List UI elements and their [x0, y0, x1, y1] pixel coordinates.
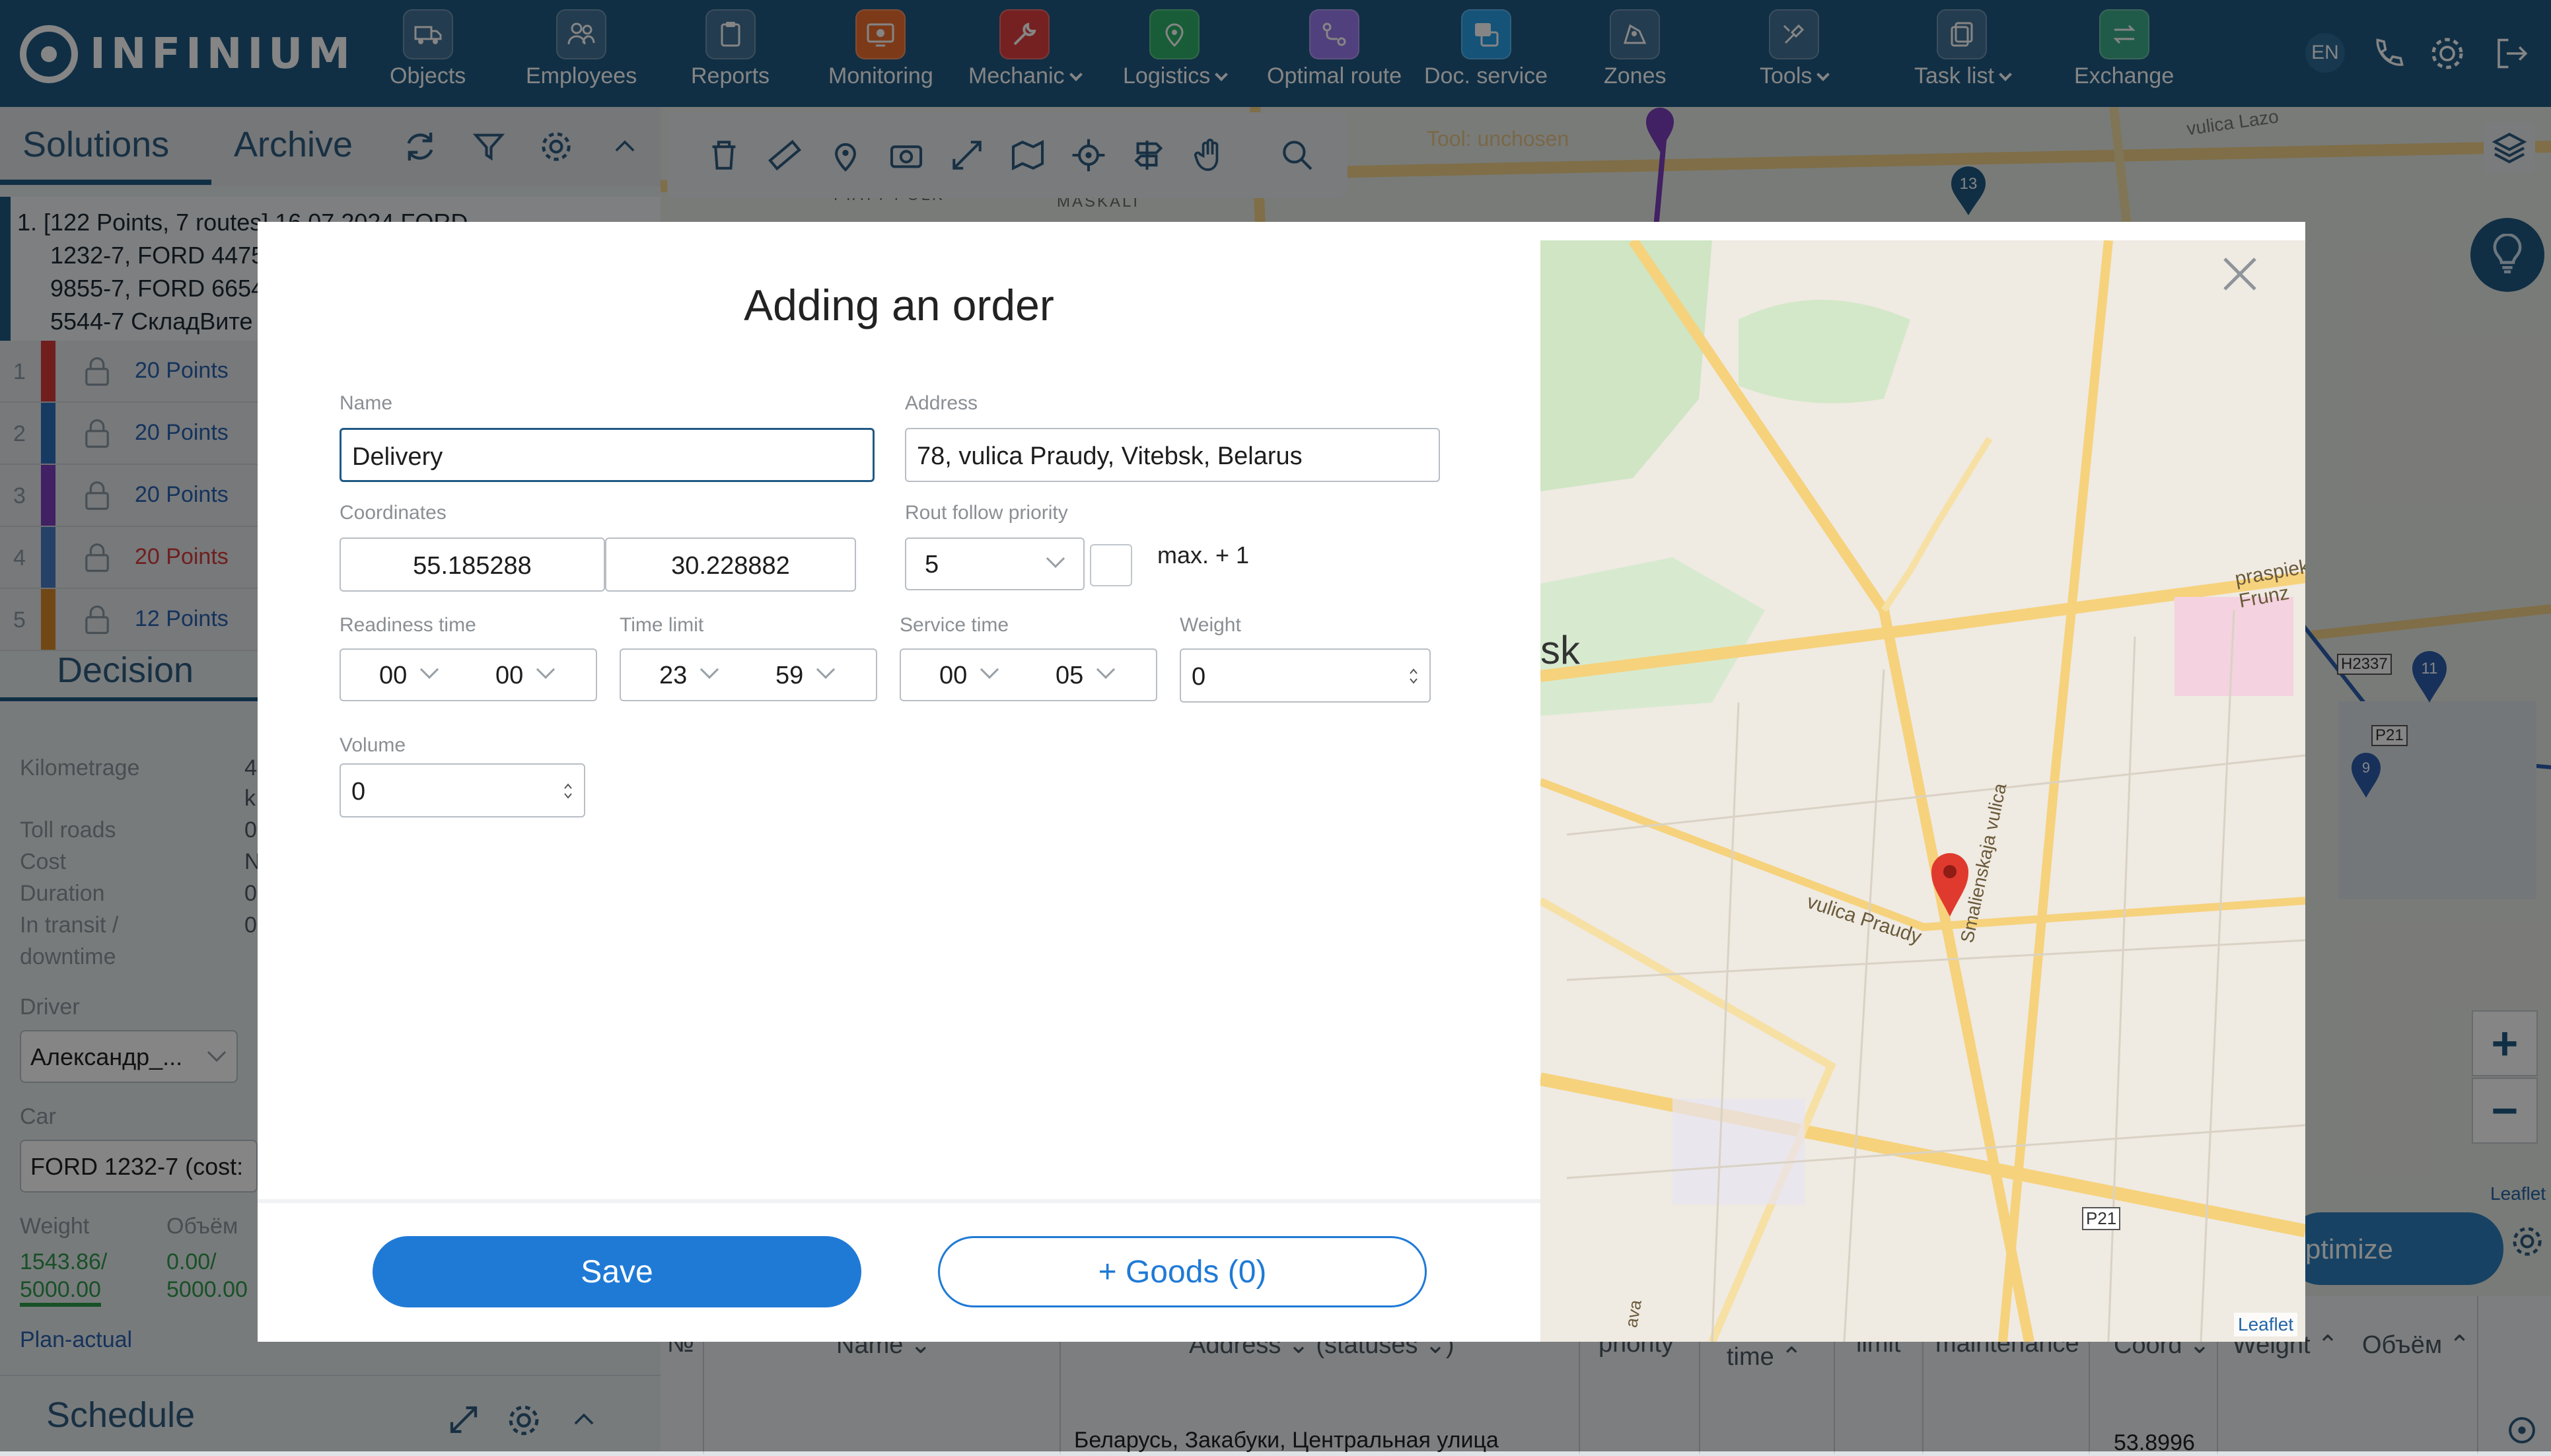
- chevron-down-icon: [700, 660, 719, 679]
- readiness-time-select[interactable]: 00 00: [340, 648, 597, 701]
- address-field[interactable]: 78, vulica Praudy, Vitebsk, Belarus: [905, 428, 1440, 482]
- stepper-arrows-icon[interactable]: [1408, 663, 1419, 689]
- priority-select[interactable]: 5: [905, 537, 1085, 590]
- priority-max-label: max. + 1: [1157, 541, 1250, 569]
- chevron-down-icon: [536, 660, 556, 679]
- time-limit-label: Time limit: [620, 614, 704, 636]
- stepper-arrows-icon[interactable]: [563, 778, 573, 804]
- priority-label: Rout follow priority: [905, 502, 1068, 524]
- name-field[interactable]: Delivery: [340, 428, 875, 482]
- add-goods-button[interactable]: + Goods (0): [938, 1236, 1427, 1307]
- order-form: Adding an order Name Delivery Address 78…: [258, 222, 1540, 1342]
- dialog-title: Adding an order: [744, 281, 1054, 329]
- time-limit-select[interactable]: 23 59: [620, 648, 877, 701]
- volume-label: Volume: [340, 734, 406, 756]
- map-label-city: sk: [1540, 628, 1580, 672]
- leaflet-attribution[interactable]: Leaflet: [2234, 1313, 2298, 1336]
- address-label: Address: [905, 392, 978, 414]
- chevron-down-icon: [419, 660, 439, 679]
- latitude-field[interactable]: 55.185288: [340, 537, 605, 592]
- add-order-dialog: Adding an order Name Delivery Address 78…: [258, 222, 2305, 1342]
- chevron-down-icon: [1096, 660, 1116, 679]
- road-sign: P21: [2082, 1207, 2121, 1230]
- volume-input[interactable]: 0: [340, 763, 585, 817]
- chevron-down-icon: [1046, 549, 1065, 569]
- weight-label: Weight: [1180, 614, 1241, 636]
- priority-max-checkbox[interactable]: [1090, 544, 1132, 586]
- map-canvas: [1540, 240, 2305, 1342]
- chevron-down-icon: [980, 660, 999, 679]
- service-time-select[interactable]: 00 05: [900, 648, 1157, 701]
- readiness-label: Readiness time: [340, 614, 476, 636]
- location-pin-icon[interactable]: [1929, 850, 1971, 918]
- save-button[interactable]: Save: [373, 1236, 861, 1307]
- chevron-down-icon: [816, 660, 836, 679]
- close-icon[interactable]: [2219, 254, 2260, 295]
- weight-input[interactable]: 0: [1180, 648, 1431, 703]
- order-location-map[interactable]: sk praspiekt Frunz vulica Praudy Smalien…: [1540, 240, 2305, 1342]
- longitude-field[interactable]: 30.228882: [605, 537, 856, 592]
- name-label: Name: [340, 392, 393, 414]
- coordinates-label: Coordinates: [340, 502, 447, 524]
- service-time-label: Service time: [900, 614, 1009, 636]
